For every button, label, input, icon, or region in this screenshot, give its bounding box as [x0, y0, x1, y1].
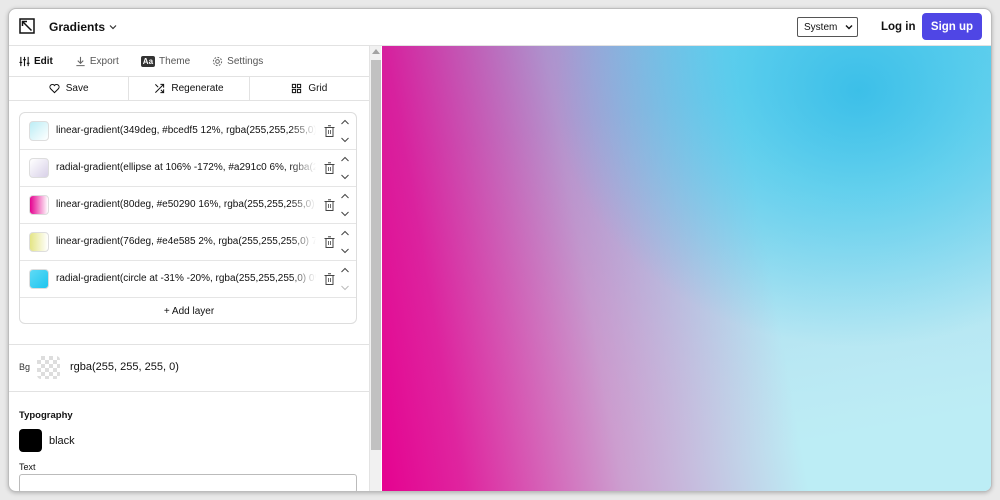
trash-icon[interactable]	[324, 199, 335, 211]
scroll-thumb[interactable]	[371, 60, 381, 450]
layer-item[interactable]: radial-gradient(circle at -31% -20%, rgb…	[20, 261, 356, 298]
text-color-name[interactable]: black	[49, 435, 75, 447]
text-color-swatch[interactable]	[19, 429, 42, 452]
reorder-arrows-icon[interactable]	[340, 156, 350, 180]
grid-icon	[292, 83, 302, 94]
panel-scrollbar[interactable]	[369, 46, 381, 491]
layer-swatch[interactable]	[29, 269, 49, 289]
shuffle-icon	[155, 83, 165, 94]
layer-swatch[interactable]	[29, 195, 49, 215]
heart-icon	[49, 84, 60, 94]
theme-select-value: System	[804, 21, 838, 33]
chevron-down-icon	[109, 25, 117, 30]
reorder-arrows-icon[interactable]	[340, 230, 350, 254]
layer-swatch[interactable]	[29, 158, 49, 178]
editor-panel: Edit Export Aa Theme Settings Save Regen…	[9, 46, 381, 491]
bg-label: Bg	[19, 362, 31, 372]
trash-icon[interactable]	[324, 236, 335, 248]
layer-item[interactable]: linear-gradient(349deg, #bcedf5 12%, rgb…	[20, 113, 356, 150]
layer-text[interactable]: radial-gradient(circle at -31% -20%, rgb…	[56, 273, 316, 284]
text-input[interactable]	[19, 474, 357, 491]
tab-export[interactable]: Export	[75, 56, 119, 67]
app-title: Gradients	[49, 20, 106, 34]
panel-tabs: Edit Export Aa Theme Settings	[9, 46, 369, 76]
app-window: Gradients System Log in Sign up Edit Exp…	[8, 8, 992, 492]
layer-text[interactable]: linear-gradient(80deg, #e50290 16%, rgba…	[56, 199, 316, 210]
login-link[interactable]: Log in	[881, 21, 916, 33]
regenerate-button[interactable]: Regenerate	[129, 77, 250, 100]
logo-icon[interactable]	[19, 18, 35, 34]
layer-text[interactable]: radial-gradient(ellipse at 106% -172%, #…	[56, 162, 316, 173]
theme-select[interactable]: System	[797, 17, 858, 37]
gradient-preview	[382, 46, 991, 491]
reorder-arrows-icon[interactable]	[340, 193, 350, 217]
background-row: Bg rgba(255, 255, 255, 0)	[19, 346, 179, 388]
top-bar: Gradients System Log in Sign up	[9, 9, 991, 46]
add-layer-button[interactable]: + Add layer	[20, 298, 356, 323]
tab-edit[interactable]: Edit	[19, 56, 53, 67]
text-color-row: black	[19, 429, 75, 452]
trash-icon[interactable]	[324, 125, 335, 137]
bg-color-swatch[interactable]	[37, 355, 60, 379]
save-button[interactable]: Save	[9, 77, 130, 100]
layer-item[interactable]: radial-gradient(ellipse at 106% -172%, #…	[20, 150, 356, 187]
reorder-arrows-icon[interactable]	[340, 119, 350, 143]
tab-theme[interactable]: Aa Theme	[140, 55, 190, 67]
layer-text[interactable]: linear-gradient(349deg, #bcedf5 12%, rgb…	[56, 125, 316, 136]
tab-settings[interactable]: Settings	[212, 56, 263, 67]
app-title-dropdown[interactable]: Gradients	[49, 20, 117, 34]
download-icon	[76, 56, 85, 66]
trash-icon[interactable]	[324, 273, 335, 285]
layer-item[interactable]: linear-gradient(80deg, #e50290 16%, rgba…	[20, 187, 356, 224]
bg-value[interactable]: rgba(255, 255, 255, 0)	[70, 361, 179, 373]
action-bar: Save Regenerate Grid	[9, 76, 369, 101]
signup-button[interactable]: Sign up	[922, 13, 982, 40]
divider	[9, 344, 369, 345]
layer-swatch[interactable]	[29, 232, 49, 252]
divider	[9, 391, 369, 392]
reorder-arrows-icon[interactable]	[340, 267, 350, 291]
sliders-icon	[19, 56, 30, 66]
layer-swatch[interactable]	[29, 121, 49, 141]
layer-text[interactable]: linear-gradient(76deg, #e4e585 2%, rgba(…	[56, 236, 316, 247]
aa-icon: Aa	[140, 55, 156, 67]
chevron-down-icon	[845, 25, 853, 30]
layer-list: linear-gradient(349deg, #bcedf5 12%, rgb…	[19, 112, 357, 324]
text-label: Text	[19, 462, 36, 472]
layer-item[interactable]: linear-gradient(76deg, #e4e585 2%, rgba(…	[20, 224, 356, 261]
grid-button[interactable]: Grid	[250, 77, 369, 100]
trash-icon[interactable]	[324, 162, 335, 174]
typography-title: Typography	[19, 410, 73, 421]
gear-icon	[213, 56, 223, 66]
scroll-up-arrow[interactable]	[372, 49, 380, 54]
